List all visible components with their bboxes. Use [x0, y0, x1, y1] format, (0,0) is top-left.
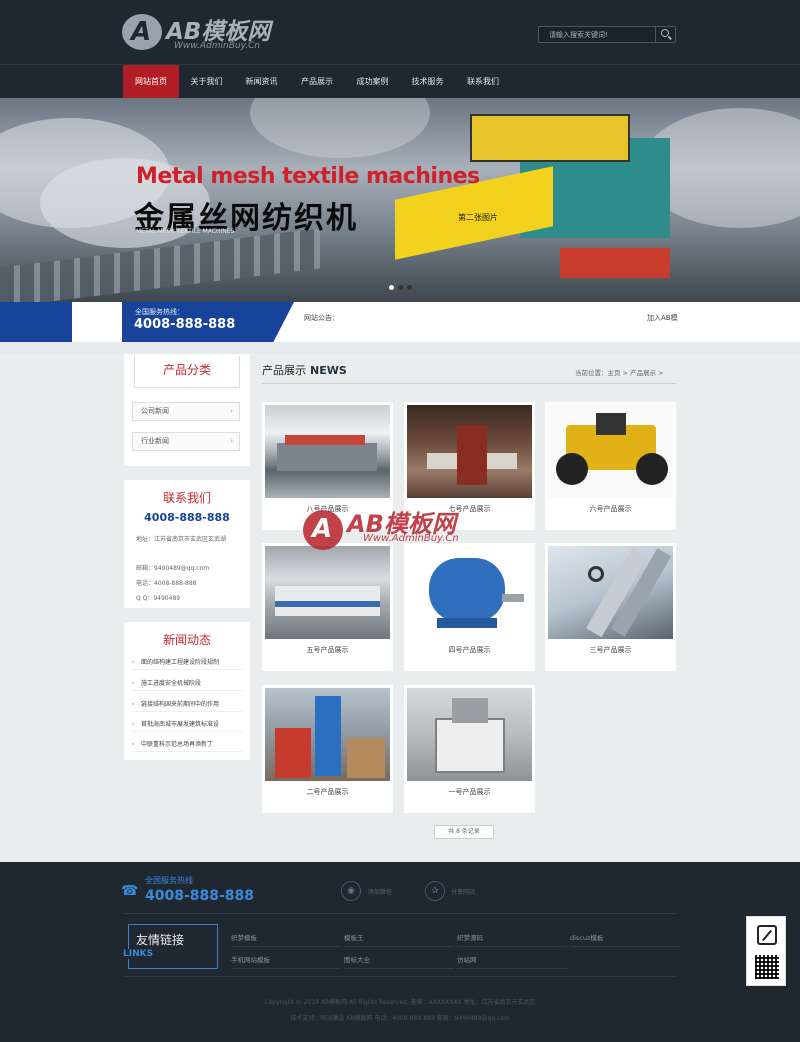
pagination-info: 共 8 条记录: [434, 825, 494, 839]
news-item[interactable]: 首批海南城市展发建筑标准设: [132, 717, 242, 732]
main-nav: 网站首页 关于我们 新闻资讯 产品展示 成功案例 技术服务 联系我们: [0, 64, 800, 99]
friend-link[interactable]: 图标大全: [344, 954, 454, 969]
breadcrumb[interactable]: 当前位置：主页 > 产品展示 >: [575, 367, 664, 377]
nav-news[interactable]: 新闻资讯: [234, 65, 289, 99]
watermark-badge-icon: A: [303, 510, 343, 550]
nav-contact[interactable]: 联系我们: [455, 65, 511, 99]
slider-dot[interactable]: [389, 285, 394, 290]
logo-subtitle: Www.AdminBuy.Cn: [174, 41, 261, 51]
friend-link[interactable]: 仿站网: [457, 954, 567, 969]
friend-link[interactable]: 手机网站模板: [231, 954, 341, 969]
notice-text[interactable]: 加入AB模: [647, 313, 678, 323]
floating-tools: [746, 916, 786, 986]
slider-dots: [389, 283, 416, 292]
hotline-label: 全国服务热线：: [135, 308, 184, 316]
banner-subtitle: METAL MESH TEXTILE MACHINES: [136, 228, 235, 235]
tractor-photo-icon: [548, 405, 673, 498]
category-title: 产品分类: [134, 356, 240, 388]
friend-link[interactable]: 模板王: [344, 932, 454, 947]
news-item[interactable]: 施工进度安全机械阶段: [132, 676, 242, 691]
news-item[interactable]: 中联重科示范总场再添新丁: [132, 737, 242, 752]
share-label[interactable]: 分享网站: [451, 887, 475, 896]
logo-badge-icon: A: [122, 14, 162, 50]
wechat-label[interactable]: 添加微信: [368, 887, 392, 896]
category-item[interactable]: 公司新闻: [132, 402, 240, 421]
header: A AB模板网 Www.AdminBuy.Cn: [0, 0, 800, 64]
main-title: 产品展示 NEWS: [262, 364, 347, 377]
product-caption: 一号产品展示: [448, 788, 491, 796]
contact-address: 地址：江苏省南京市玄武区玄武湖: [136, 536, 227, 543]
plant-photo-icon: [407, 688, 532, 781]
product-caption: 四号产品展示: [448, 646, 491, 654]
wechat-icon[interactable]: ◉: [341, 881, 361, 901]
factory-photo-icon: [265, 405, 390, 498]
nav-service[interactable]: 技术服务: [400, 65, 455, 99]
links-title-en: LINKS: [123, 949, 157, 959]
copyright-line: Copyright © 2019 AB模板网 All Rights Reserv…: [264, 999, 536, 1006]
nav-products[interactable]: 产品展示: [289, 65, 345, 99]
watermark-logo: A AB模板网 Www.AdminBuy.Cn: [303, 500, 503, 560]
contact-phone: 4008-888-888: [144, 511, 230, 524]
product-caption: 二号产品展示: [306, 788, 349, 796]
product-card[interactable]: 一号产品展示: [404, 685, 535, 813]
product-card[interactable]: 五号产品展示: [262, 543, 393, 671]
notice-bar: 全国服务热线： 4008-888-888 网站公告： 加入AB模: [0, 302, 800, 354]
nav-cases[interactable]: 成功案例: [345, 65, 400, 99]
product-card[interactable]: 四号产品展示: [404, 543, 535, 671]
hotline-accent: [0, 302, 72, 342]
footer-phone: 4008-888-888: [145, 888, 255, 904]
contact-qq: Q Q：9490489: [136, 595, 181, 602]
contact-tel: 电话：4008-888-888: [136, 580, 197, 587]
edit-icon[interactable]: [757, 925, 777, 945]
product-caption: 五号产品展示: [306, 646, 349, 654]
search-input[interactable]: [539, 27, 657, 42]
qr-code-icon[interactable]: [755, 955, 779, 979]
search-box: [538, 26, 676, 43]
banner-cloud: [250, 98, 430, 158]
factory-photo-icon: [407, 405, 532, 498]
friend-link[interactable]: 织梦源码: [457, 932, 567, 947]
category-item[interactable]: 行业新闻: [132, 432, 240, 451]
links-title: 友情链接: [136, 933, 185, 947]
footer-phone-label: 全国服务热线: [145, 876, 193, 885]
news-item[interactable]: 链接结构国来前期间中的作用: [132, 697, 242, 712]
footer-divider: [124, 913, 676, 914]
slider-dot[interactable]: [407, 285, 412, 290]
contact-email: 邮箱：9490489@qq.com: [136, 565, 210, 572]
notice-label: 网站公告：: [304, 314, 339, 322]
title-divider: [262, 383, 676, 384]
product-card[interactable]: 三号产品展示: [545, 543, 676, 671]
site-logo[interactable]: A AB模板网 Www.AdminBuy.Cn: [122, 12, 302, 56]
nav-about[interactable]: 关于我们: [179, 65, 234, 99]
friend-link[interactable]: 织梦模板: [231, 932, 341, 947]
phone-icon: ☎: [121, 883, 139, 899]
plant-photo-icon: [265, 688, 390, 781]
watermark-subtitle: Www.AdminBuy.Cn: [363, 533, 459, 544]
pipes-photo-icon: [548, 546, 673, 639]
hotline-number: 4008-888-888: [134, 317, 236, 332]
product-card[interactable]: 二号产品展示: [262, 685, 393, 813]
share-icon[interactable]: ✰: [425, 881, 445, 901]
search-button[interactable]: [655, 27, 675, 42]
banner-slider[interactable]: 第二张图片 Metal mesh textile machines 金属丝网纺织…: [0, 98, 800, 302]
product-card[interactable]: 六号产品展示: [545, 402, 676, 530]
news-title: 新闻动态: [162, 633, 211, 647]
banner-title-en: Metal mesh textile machines: [136, 164, 480, 189]
links-box: 友情链接 LINKS: [123, 924, 218, 969]
news-item[interactable]: 面的结构建工程建设阶段规制: [132, 655, 242, 670]
contact-title: 联系我们: [162, 491, 211, 505]
machine-base: [560, 248, 670, 278]
product-caption: 三号产品展示: [589, 646, 632, 654]
nav-home[interactable]: 网站首页: [123, 65, 179, 99]
product-caption: 六号产品展示: [589, 505, 632, 513]
friend-link[interactable]: discuz模板: [570, 932, 680, 947]
slider-dot-active[interactable]: [398, 285, 403, 290]
banner-image-label: 第二张图片: [458, 213, 498, 222]
footer-divider: [124, 976, 676, 977]
copyright-line: 技术支持：网站建设 AB模板网 电话：4008-888-888 邮箱：94904…: [290, 1015, 510, 1022]
search-icon: [661, 29, 669, 37]
machine-top: [470, 114, 630, 162]
footer: ☎ 全国服务热线 4008-888-888 ◉ 添加微信 ✰ 分享网站 友情链接…: [0, 862, 800, 1042]
